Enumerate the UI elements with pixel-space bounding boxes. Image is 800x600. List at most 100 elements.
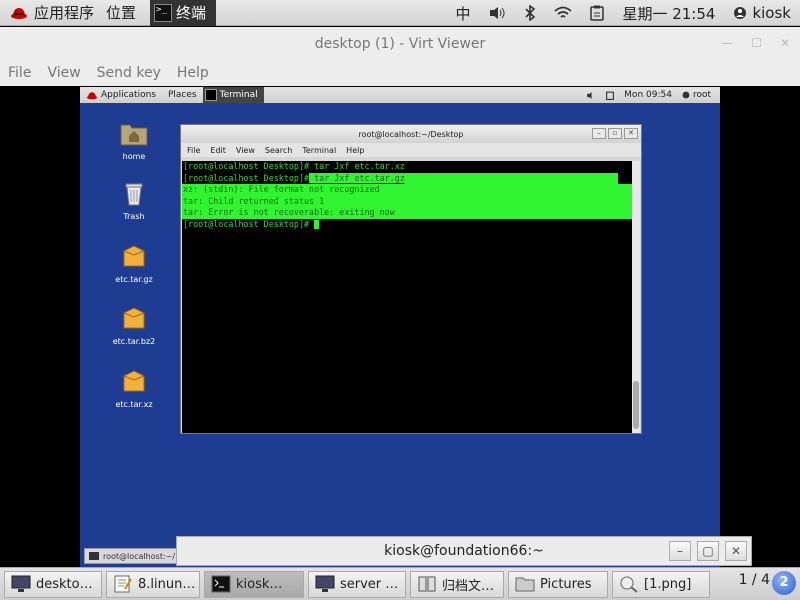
taskbar-label: deskto…: [36, 576, 93, 592]
workspace-pager[interactable]: 1 / 4: [739, 572, 770, 588]
desktop-icon-trash[interactable]: Trash: [104, 180, 164, 221]
host-terminal-minimize-icon[interactable]: –: [669, 541, 691, 561]
window-title: desktop (1) - Virt Viewer: [314, 35, 486, 52]
terminal-line-selected: tar: Error is not recoverable: exiting n…: [182, 207, 633, 219]
host-terminal-window-titlebar[interactable]: kiosk@foundation66:~ – ▢ ✕: [176, 536, 752, 566]
wifi-icon[interactable]: [545, 0, 581, 26]
host-terminal-close-icon[interactable]: ✕: [725, 541, 747, 561]
desktop-icon-label: Trash: [123, 212, 145, 221]
guest-terminal-window[interactable]: root@localhost:~/Desktop – ▫ ✕ File Edit…: [180, 124, 642, 434]
guest-places-menu[interactable]: Places: [162, 90, 203, 100]
terminal-minimize-icon[interactable]: –: [592, 128, 606, 139]
terminal-scrollbar[interactable]: [632, 161, 640, 433]
guest-volume-icon[interactable]: [581, 91, 601, 100]
terminal-line: [root@localhost Desktop]# tar Jxf etc.ta…: [182, 161, 633, 173]
taskbar-label: kiosk…: [236, 576, 283, 592]
terminal-close-icon[interactable]: ✕: [624, 128, 638, 139]
minimize-icon[interactable]: —: [721, 36, 733, 50]
host-top-panel: 应用程序 位置 >_ 终端 中 星期一 21:54 kiosk: [0, 0, 800, 26]
user-avatar-icon: [682, 91, 690, 99]
folder-icon: [515, 577, 535, 592]
scrollbar-thumb[interactable]: [633, 381, 639, 429]
desktop-icon-home[interactable]: home: [104, 120, 164, 161]
applications-label: 应用程序: [34, 4, 95, 22]
places-menu[interactable]: 位置: [100, 0, 142, 26]
menu-view[interactable]: View: [47, 65, 80, 81]
terminal-titlebar[interactable]: root@localhost:~/Desktop: [181, 125, 641, 143]
desktop-icon-etc-tar-xz[interactable]: etc.tar.xz: [104, 368, 164, 409]
guest-applications-label: Applications: [101, 90, 156, 100]
terminal-icon: >_: [154, 3, 173, 22]
guest-taskbar-label: root@localhost:~/: [103, 551, 176, 561]
desktop-icon-etc-tar-gz[interactable]: etc.tar.gz: [104, 243, 164, 284]
terminal-menu-view[interactable]: View: [236, 146, 255, 155]
text-editor-icon: [114, 575, 132, 593]
terminal-prompt: [root@localhost Desktop]#: [183, 161, 310, 171]
terminal-tab-label: 终端: [176, 4, 207, 22]
taskbar-item-archive-manager[interactable]: 归档文…: [410, 570, 504, 598]
terminal-command-selected: tar Jxf etc.tar.gz: [309, 172, 405, 183]
terminal-menu-terminal[interactable]: Terminal: [302, 146, 336, 155]
bluetooth-icon[interactable]: [515, 0, 545, 26]
applications-menu[interactable]: 应用程序: [0, 0, 100, 26]
archive-icon: [123, 307, 145, 329]
archive-icon: [123, 370, 145, 392]
workspace-indicator-icon[interactable]: 2: [772, 571, 796, 595]
desktop-icon-label: etc.tar.bz2: [112, 337, 156, 346]
guest-top-panel: Applications Places Terminal Mon 09:54 r…: [80, 87, 720, 103]
user-menu[interactable]: kiosk: [724, 0, 800, 26]
guest-applications-menu[interactable]: Applications: [80, 90, 162, 100]
desktop-icon-label: home: [122, 152, 146, 161]
taskbar-item-pictures[interactable]: Pictures: [508, 570, 608, 598]
virt-viewer-menubar: File View Send key Help: [0, 60, 800, 86]
clipboard-icon[interactable]: [581, 0, 613, 26]
guest-clipboard-icon[interactable]: [601, 91, 619, 100]
terminal-menu-help[interactable]: Help: [346, 146, 364, 155]
maximize-icon[interactable]: ☐: [751, 36, 762, 50]
desktop-icon-etc-tar-bz2[interactable]: etc.tar.bz2: [104, 305, 164, 346]
terminal-line-selected: tar: Child returned status 1: [182, 195, 633, 207]
terminal-maximize-icon[interactable]: ▫: [608, 128, 622, 139]
desktop-icon-label: etc.tar.gz: [115, 275, 153, 284]
terminal-menu-file[interactable]: File: [187, 146, 200, 155]
volume-icon[interactable]: [479, 0, 515, 26]
guest-places-label: Places: [167, 90, 197, 100]
close-icon[interactable]: ✕: [780, 36, 790, 50]
guest-taskbar-terminal[interactable]: root@localhost:~/: [84, 548, 184, 564]
taskbar-item-kiosk-terminal[interactable]: kiosk…: [204, 570, 304, 598]
guest-terminal-tab-label: Terminal: [219, 90, 258, 100]
monitor-icon: [315, 575, 335, 592]
terminal-output[interactable]: [root@localhost Desktop]# tar Jxf etc.ta…: [182, 161, 633, 433]
terminal-title: root@localhost:~/Desktop: [358, 129, 464, 139]
taskbar-label: server …: [340, 576, 399, 592]
taskbar-item-desktop[interactable]: deskto…: [4, 570, 102, 598]
taskbar-label: 归档文…: [442, 578, 495, 594]
window-controls: — ☐ ✕: [721, 36, 790, 50]
terminal-icon: [89, 552, 99, 560]
archive-icon: [123, 245, 145, 267]
guest-terminal-tab[interactable]: Terminal: [202, 87, 264, 103]
menu-send-key[interactable]: Send key: [97, 65, 161, 81]
guest-clock[interactable]: Mon 09:54: [619, 90, 677, 100]
guest-display[interactable]: Applications Places Terminal Mon 09:54 r…: [80, 87, 720, 567]
terminal-line-selected: xz: (stdin): File format not recognized: [182, 184, 633, 196]
host-taskbar: deskto… 8.linun… kiosk… server … 归档文… Pi…: [0, 567, 800, 600]
terminal-tab[interactable]: >_ 终端: [150, 0, 217, 26]
menu-help[interactable]: Help: [177, 65, 209, 81]
taskbar-item-image-viewer[interactable]: [1.png]: [612, 570, 710, 598]
terminal-menu-search[interactable]: Search: [265, 146, 292, 155]
taskbar-item-editor[interactable]: 8.linun…: [106, 570, 200, 598]
input-method-indicator[interactable]: 中: [446, 0, 479, 26]
terminal-icon: [211, 575, 231, 593]
guest-user-menu[interactable]: root: [677, 90, 716, 100]
user-name: kiosk: [752, 4, 791, 22]
clock[interactable]: 星期一 21:54: [613, 0, 724, 26]
terminal-icon: [204, 89, 217, 101]
user-avatar-icon: [734, 7, 747, 19]
host-terminal-maximize-icon[interactable]: ▢: [697, 541, 719, 561]
archive-manager-icon: [418, 576, 436, 592]
terminal-prompt: [root@localhost Desktop]#: [183, 218, 310, 229]
terminal-menu-edit[interactable]: Edit: [210, 146, 226, 155]
menu-file[interactable]: File: [8, 65, 31, 81]
taskbar-item-server[interactable]: server …: [308, 570, 406, 598]
